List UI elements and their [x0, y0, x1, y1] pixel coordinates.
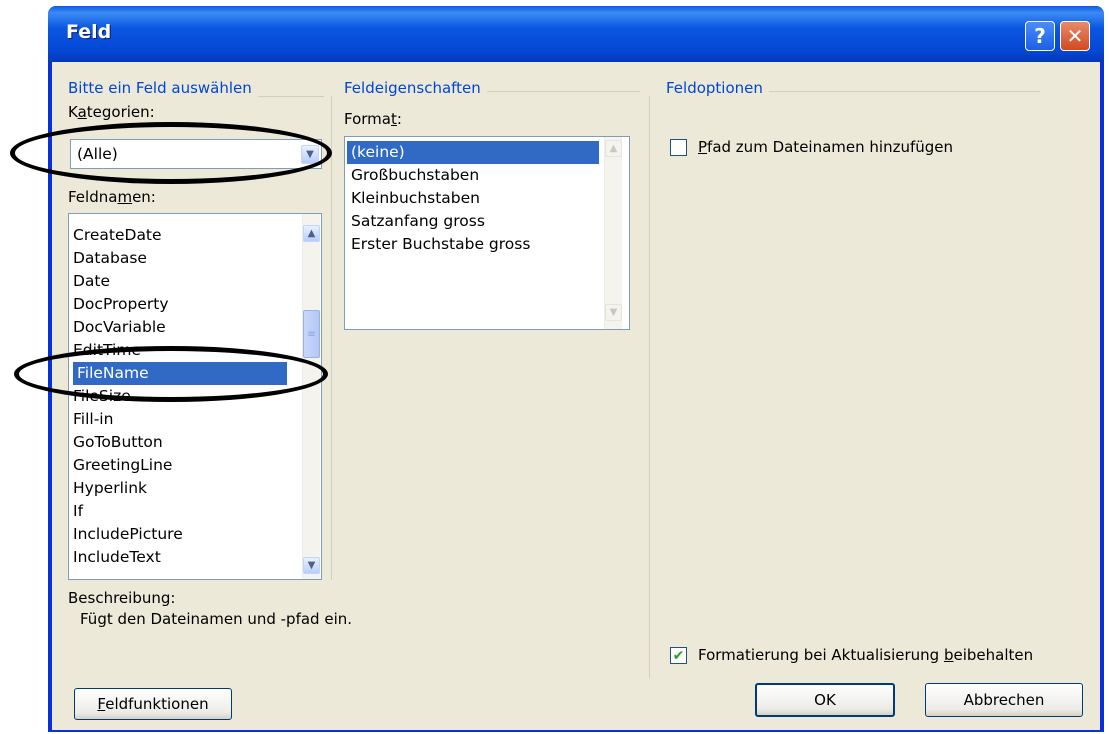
list-item[interactable]: Großbuchstaben — [347, 164, 609, 187]
list-item[interactable]: Hyperlink — [69, 477, 301, 500]
scroll-up-button[interactable]: ▲ — [303, 225, 320, 242]
title-bar[interactable]: Feld ? ✕ — [48, 6, 1104, 62]
preserve-format-checkbox-row[interactable]: ✔ Formatierung bei Aktualisierung beibeh… — [670, 645, 1100, 667]
list-item[interactable]: IncludePicture — [69, 523, 301, 546]
chevron-down-icon: ▼ — [609, 307, 618, 318]
list-item[interactable]: IncludeText — [69, 546, 301, 569]
list-item[interactable]: GoToButton — [69, 431, 301, 454]
ok-button[interactable]: OK — [755, 683, 895, 717]
close-icon: ✕ — [1066, 24, 1084, 48]
scroll-down-button[interactable]: ▼ — [303, 557, 320, 574]
cancel-button-label: Abbrechen — [963, 691, 1045, 709]
list-item[interactable]: If — [69, 500, 301, 523]
preserve-format-checkbox[interactable]: ✔ — [670, 647, 687, 664]
close-button[interactable]: ✕ — [1060, 21, 1090, 51]
scroll-thumb[interactable]: ≡ — [303, 310, 320, 358]
grip-icon: ≡ — [307, 328, 316, 340]
left-group-header: Bitte ein Feld auswählen — [68, 79, 258, 97]
chevron-up-icon: ▲ — [609, 143, 618, 154]
chevron-up-icon: ▲ — [307, 228, 316, 239]
format-list: (keine) Großbuchstaben Kleinbuchstaben S… — [347, 141, 609, 256]
list-item[interactable]: Erster Buchstabe gross — [347, 233, 609, 256]
window-title: Feld — [66, 21, 112, 43]
path-option-checkbox-row[interactable]: Pfad zum Dateinamen hinzufügen — [670, 137, 1030, 159]
preserve-format-label: Formatierung bei Aktualisierung beibehal… — [698, 646, 1034, 664]
categories-label: Kategorien: — [68, 103, 155, 121]
list-item[interactable]: Fill-in — [69, 408, 301, 431]
scroll-down-button[interactable]: ▼ — [605, 304, 622, 321]
chevron-down-icon: ▼ — [307, 560, 316, 571]
list-item[interactable]: Satzanfang gross — [347, 210, 609, 233]
group-separator — [649, 96, 650, 678]
list-item[interactable]: DocProperty — [69, 293, 301, 316]
format-scrollbar[interactable]: ▲ ▼ — [604, 137, 622, 329]
description-label: Beschreibung: — [68, 589, 176, 607]
scroll-up-button[interactable]: ▲ — [605, 140, 622, 157]
list-item[interactable]: Database — [69, 247, 301, 270]
path-option-label: Pfad zum Dateinamen hinzufügen — [698, 138, 954, 156]
path-option-checkbox[interactable] — [670, 139, 687, 156]
right-group-header: Feldoptionen — [666, 79, 769, 97]
annotation-oval-category — [10, 122, 332, 184]
group-separator — [331, 96, 332, 580]
format-listbox[interactable]: (keine) Großbuchstaben Kleinbuchstaben S… — [344, 136, 630, 330]
fieldnames-scrollbar[interactable]: ▲ ≡ ▼ — [302, 214, 320, 579]
list-item[interactable]: Kleinbuchstaben — [347, 187, 609, 210]
help-icon: ? — [1034, 24, 1046, 48]
list-item-selected[interactable]: (keine) — [347, 141, 599, 164]
ok-button-label: OK — [814, 691, 836, 709]
list-item[interactable]: GreetingLine — [69, 454, 301, 477]
help-button[interactable]: ? — [1025, 21, 1055, 51]
list-item[interactable]: DocVariable — [69, 316, 301, 339]
field-codes-button-label: Feldfunktionen — [97, 695, 209, 713]
checkmark-icon: ✔ — [672, 647, 685, 664]
cancel-button[interactable]: Abbrechen — [925, 683, 1083, 717]
list-item[interactable]: CreateDate — [69, 224, 301, 247]
list-item[interactable]: Date — [69, 270, 301, 293]
description-text: Fügt den Dateinamen und -pfad ein. — [80, 610, 353, 628]
middle-group-header: Feldeigenschaften — [344, 79, 487, 97]
field-codes-button[interactable]: Feldfunktionen — [74, 688, 232, 720]
fieldnames-label: Feldnamen: — [68, 188, 156, 206]
format-label: Format: — [344, 110, 402, 128]
annotation-oval-filename — [14, 346, 328, 402]
